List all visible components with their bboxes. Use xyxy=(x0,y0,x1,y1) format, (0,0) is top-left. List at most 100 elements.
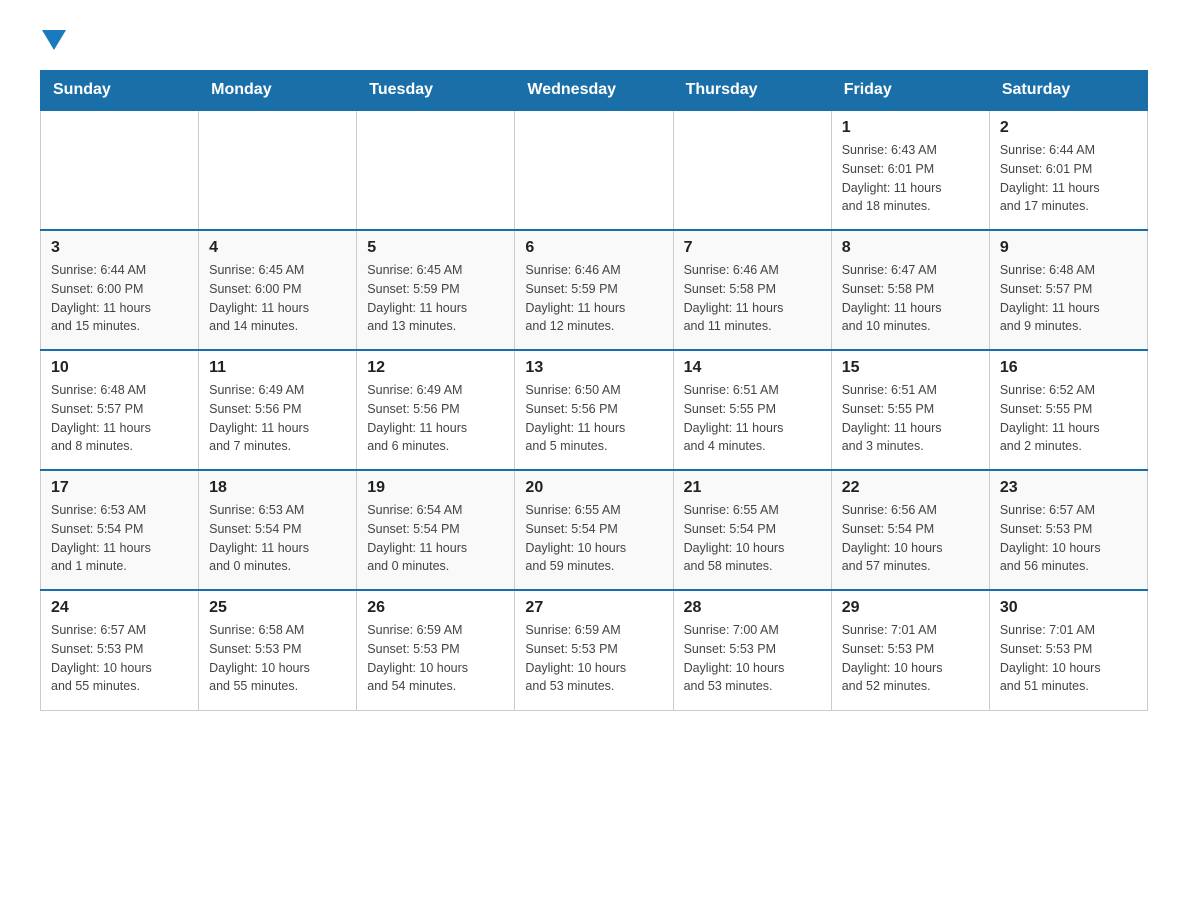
day-info: Sunrise: 6:58 AMSunset: 5:53 PMDaylight:… xyxy=(209,621,346,696)
day-number: 16 xyxy=(1000,359,1137,377)
day-info: Sunrise: 6:51 AMSunset: 5:55 PMDaylight:… xyxy=(842,381,979,456)
calendar-cell xyxy=(41,110,199,230)
day-number: 17 xyxy=(51,479,188,497)
day-number: 23 xyxy=(1000,479,1137,497)
day-info: Sunrise: 7:01 AMSunset: 5:53 PMDaylight:… xyxy=(842,621,979,696)
page-header xyxy=(40,30,1148,50)
day-info: Sunrise: 6:50 AMSunset: 5:56 PMDaylight:… xyxy=(525,381,662,456)
day-info: Sunrise: 6:59 AMSunset: 5:53 PMDaylight:… xyxy=(367,621,504,696)
calendar-cell: 7 Sunrise: 6:46 AMSunset: 5:58 PMDaylight… xyxy=(673,230,831,350)
day-info: Sunrise: 7:00 AMSunset: 5:53 PMDaylight:… xyxy=(684,621,821,696)
day-number: 11 xyxy=(209,359,346,377)
calendar-cell xyxy=(515,110,673,230)
day-info: Sunrise: 6:52 AMSunset: 5:55 PMDaylight:… xyxy=(1000,381,1137,456)
calendar-cell xyxy=(199,110,357,230)
calendar-cell: 20 Sunrise: 6:55 AMSunset: 5:54 PMDayligh… xyxy=(515,470,673,590)
day-number: 27 xyxy=(525,599,662,617)
day-info: Sunrise: 6:57 AMSunset: 5:53 PMDaylight:… xyxy=(1000,501,1137,576)
day-number: 22 xyxy=(842,479,979,497)
logo-triangle-icon xyxy=(42,30,66,50)
day-number: 21 xyxy=(684,479,821,497)
weekday-header-tuesday: Tuesday xyxy=(357,71,515,111)
calendar-cell: 23 Sunrise: 6:57 AMSunset: 5:53 PMDayligh… xyxy=(989,470,1147,590)
day-number: 24 xyxy=(51,599,188,617)
weekday-header-thursday: Thursday xyxy=(673,71,831,111)
day-info: Sunrise: 6:55 AMSunset: 5:54 PMDaylight:… xyxy=(525,501,662,576)
day-info: Sunrise: 7:01 AMSunset: 5:53 PMDaylight:… xyxy=(1000,621,1137,696)
calendar-cell: 16 Sunrise: 6:52 AMSunset: 5:55 PMDayligh… xyxy=(989,350,1147,470)
day-number: 18 xyxy=(209,479,346,497)
calendar-cell: 28 Sunrise: 7:00 AMSunset: 5:53 PMDayligh… xyxy=(673,590,831,710)
day-info: Sunrise: 6:48 AMSunset: 5:57 PMDaylight:… xyxy=(51,381,188,456)
calendar-cell: 27 Sunrise: 6:59 AMSunset: 5:53 PMDayligh… xyxy=(515,590,673,710)
calendar-table: SundayMondayTuesdayWednesdayThursdayFrid… xyxy=(40,70,1148,711)
calendar-cell: 24 Sunrise: 6:57 AMSunset: 5:53 PMDayligh… xyxy=(41,590,199,710)
day-info: Sunrise: 6:49 AMSunset: 5:56 PMDaylight:… xyxy=(367,381,504,456)
day-info: Sunrise: 6:51 AMSunset: 5:55 PMDaylight:… xyxy=(684,381,821,456)
day-info: Sunrise: 6:59 AMSunset: 5:53 PMDaylight:… xyxy=(525,621,662,696)
calendar-cell: 2 Sunrise: 6:44 AMSunset: 6:01 PMDaylight… xyxy=(989,110,1147,230)
calendar-week-row: 1 Sunrise: 6:43 AMSunset: 6:01 PMDaylight… xyxy=(41,110,1148,230)
calendar-cell: 25 Sunrise: 6:58 AMSunset: 5:53 PMDayligh… xyxy=(199,590,357,710)
day-number: 28 xyxy=(684,599,821,617)
day-number: 5 xyxy=(367,239,504,257)
calendar-cell: 26 Sunrise: 6:59 AMSunset: 5:53 PMDayligh… xyxy=(357,590,515,710)
day-number: 20 xyxy=(525,479,662,497)
calendar-cell: 3 Sunrise: 6:44 AMSunset: 6:00 PMDaylight… xyxy=(41,230,199,350)
calendar-cell: 5 Sunrise: 6:45 AMSunset: 5:59 PMDaylight… xyxy=(357,230,515,350)
calendar-cell: 8 Sunrise: 6:47 AMSunset: 5:58 PMDaylight… xyxy=(831,230,989,350)
calendar-cell: 29 Sunrise: 7:01 AMSunset: 5:53 PMDayligh… xyxy=(831,590,989,710)
calendar-cell: 6Sunrise: 6:46 AMSunset: 5:59 PMDaylight… xyxy=(515,230,673,350)
calendar-cell: 14 Sunrise: 6:51 AMSunset: 5:55 PMDayligh… xyxy=(673,350,831,470)
day-number: 13 xyxy=(525,359,662,377)
calendar-cell: 30 Sunrise: 7:01 AMSunset: 5:53 PMDayligh… xyxy=(989,590,1147,710)
weekday-header-saturday: Saturday xyxy=(989,71,1147,111)
day-info: Sunrise: 6:45 AMSunset: 5:59 PMDaylight:… xyxy=(367,261,504,336)
day-info: Sunrise: 6:49 AMSunset: 5:56 PMDaylight:… xyxy=(209,381,346,456)
day-info: Sunrise: 6:46 AMSunset: 5:59 PMDaylight:… xyxy=(525,261,662,336)
calendar-cell: 12Sunrise: 6:49 AMSunset: 5:56 PMDayligh… xyxy=(357,350,515,470)
day-number: 3 xyxy=(51,239,188,257)
day-number: 29 xyxy=(842,599,979,617)
day-number: 7 xyxy=(684,239,821,257)
calendar-cell: 18Sunrise: 6:53 AMSunset: 5:54 PMDayligh… xyxy=(199,470,357,590)
day-number: 14 xyxy=(684,359,821,377)
day-info: Sunrise: 6:44 AMSunset: 6:00 PMDaylight:… xyxy=(51,261,188,336)
calendar-cell: 11 Sunrise: 6:49 AMSunset: 5:56 PMDayligh… xyxy=(199,350,357,470)
day-number: 4 xyxy=(209,239,346,257)
calendar-week-row: 10 Sunrise: 6:48 AMSunset: 5:57 PMDayligh… xyxy=(41,350,1148,470)
day-info: Sunrise: 6:45 AMSunset: 6:00 PMDaylight:… xyxy=(209,261,346,336)
day-number: 30 xyxy=(1000,599,1137,617)
day-info: Sunrise: 6:46 AMSunset: 5:58 PMDaylight:… xyxy=(684,261,821,336)
day-number: 15 xyxy=(842,359,979,377)
day-info: Sunrise: 6:47 AMSunset: 5:58 PMDaylight:… xyxy=(842,261,979,336)
day-info: Sunrise: 6:44 AMSunset: 6:01 PMDaylight:… xyxy=(1000,141,1137,216)
weekday-header-monday: Monday xyxy=(199,71,357,111)
calendar-cell: 17Sunrise: 6:53 AMSunset: 5:54 PMDayligh… xyxy=(41,470,199,590)
day-number: 1 xyxy=(842,119,979,137)
day-number: 9 xyxy=(1000,239,1137,257)
calendar-cell: 19Sunrise: 6:54 AMSunset: 5:54 PMDayligh… xyxy=(357,470,515,590)
calendar-cell: 13 Sunrise: 6:50 AMSunset: 5:56 PMDayligh… xyxy=(515,350,673,470)
day-number: 26 xyxy=(367,599,504,617)
logo xyxy=(40,30,66,50)
weekday-header-friday: Friday xyxy=(831,71,989,111)
day-info: Sunrise: 6:57 AMSunset: 5:53 PMDaylight:… xyxy=(51,621,188,696)
day-info: Sunrise: 6:43 AMSunset: 6:01 PMDaylight:… xyxy=(842,141,979,216)
weekday-header-wednesday: Wednesday xyxy=(515,71,673,111)
weekday-header-row: SundayMondayTuesdayWednesdayThursdayFrid… xyxy=(41,71,1148,111)
calendar-cell: 10 Sunrise: 6:48 AMSunset: 5:57 PMDayligh… xyxy=(41,350,199,470)
day-number: 25 xyxy=(209,599,346,617)
calendar-cell xyxy=(357,110,515,230)
calendar-cell: 4 Sunrise: 6:45 AMSunset: 6:00 PMDaylight… xyxy=(199,230,357,350)
day-info: Sunrise: 6:48 AMSunset: 5:57 PMDaylight:… xyxy=(1000,261,1137,336)
day-number: 8 xyxy=(842,239,979,257)
calendar-cell: 22Sunrise: 6:56 AMSunset: 5:54 PMDayligh… xyxy=(831,470,989,590)
calendar-week-row: 3 Sunrise: 6:44 AMSunset: 6:00 PMDaylight… xyxy=(41,230,1148,350)
weekday-header-sunday: Sunday xyxy=(41,71,199,111)
day-number: 10 xyxy=(51,359,188,377)
day-number: 2 xyxy=(1000,119,1137,137)
calendar-cell xyxy=(673,110,831,230)
day-info: Sunrise: 6:55 AMSunset: 5:54 PMDaylight:… xyxy=(684,501,821,576)
day-number: 19 xyxy=(367,479,504,497)
